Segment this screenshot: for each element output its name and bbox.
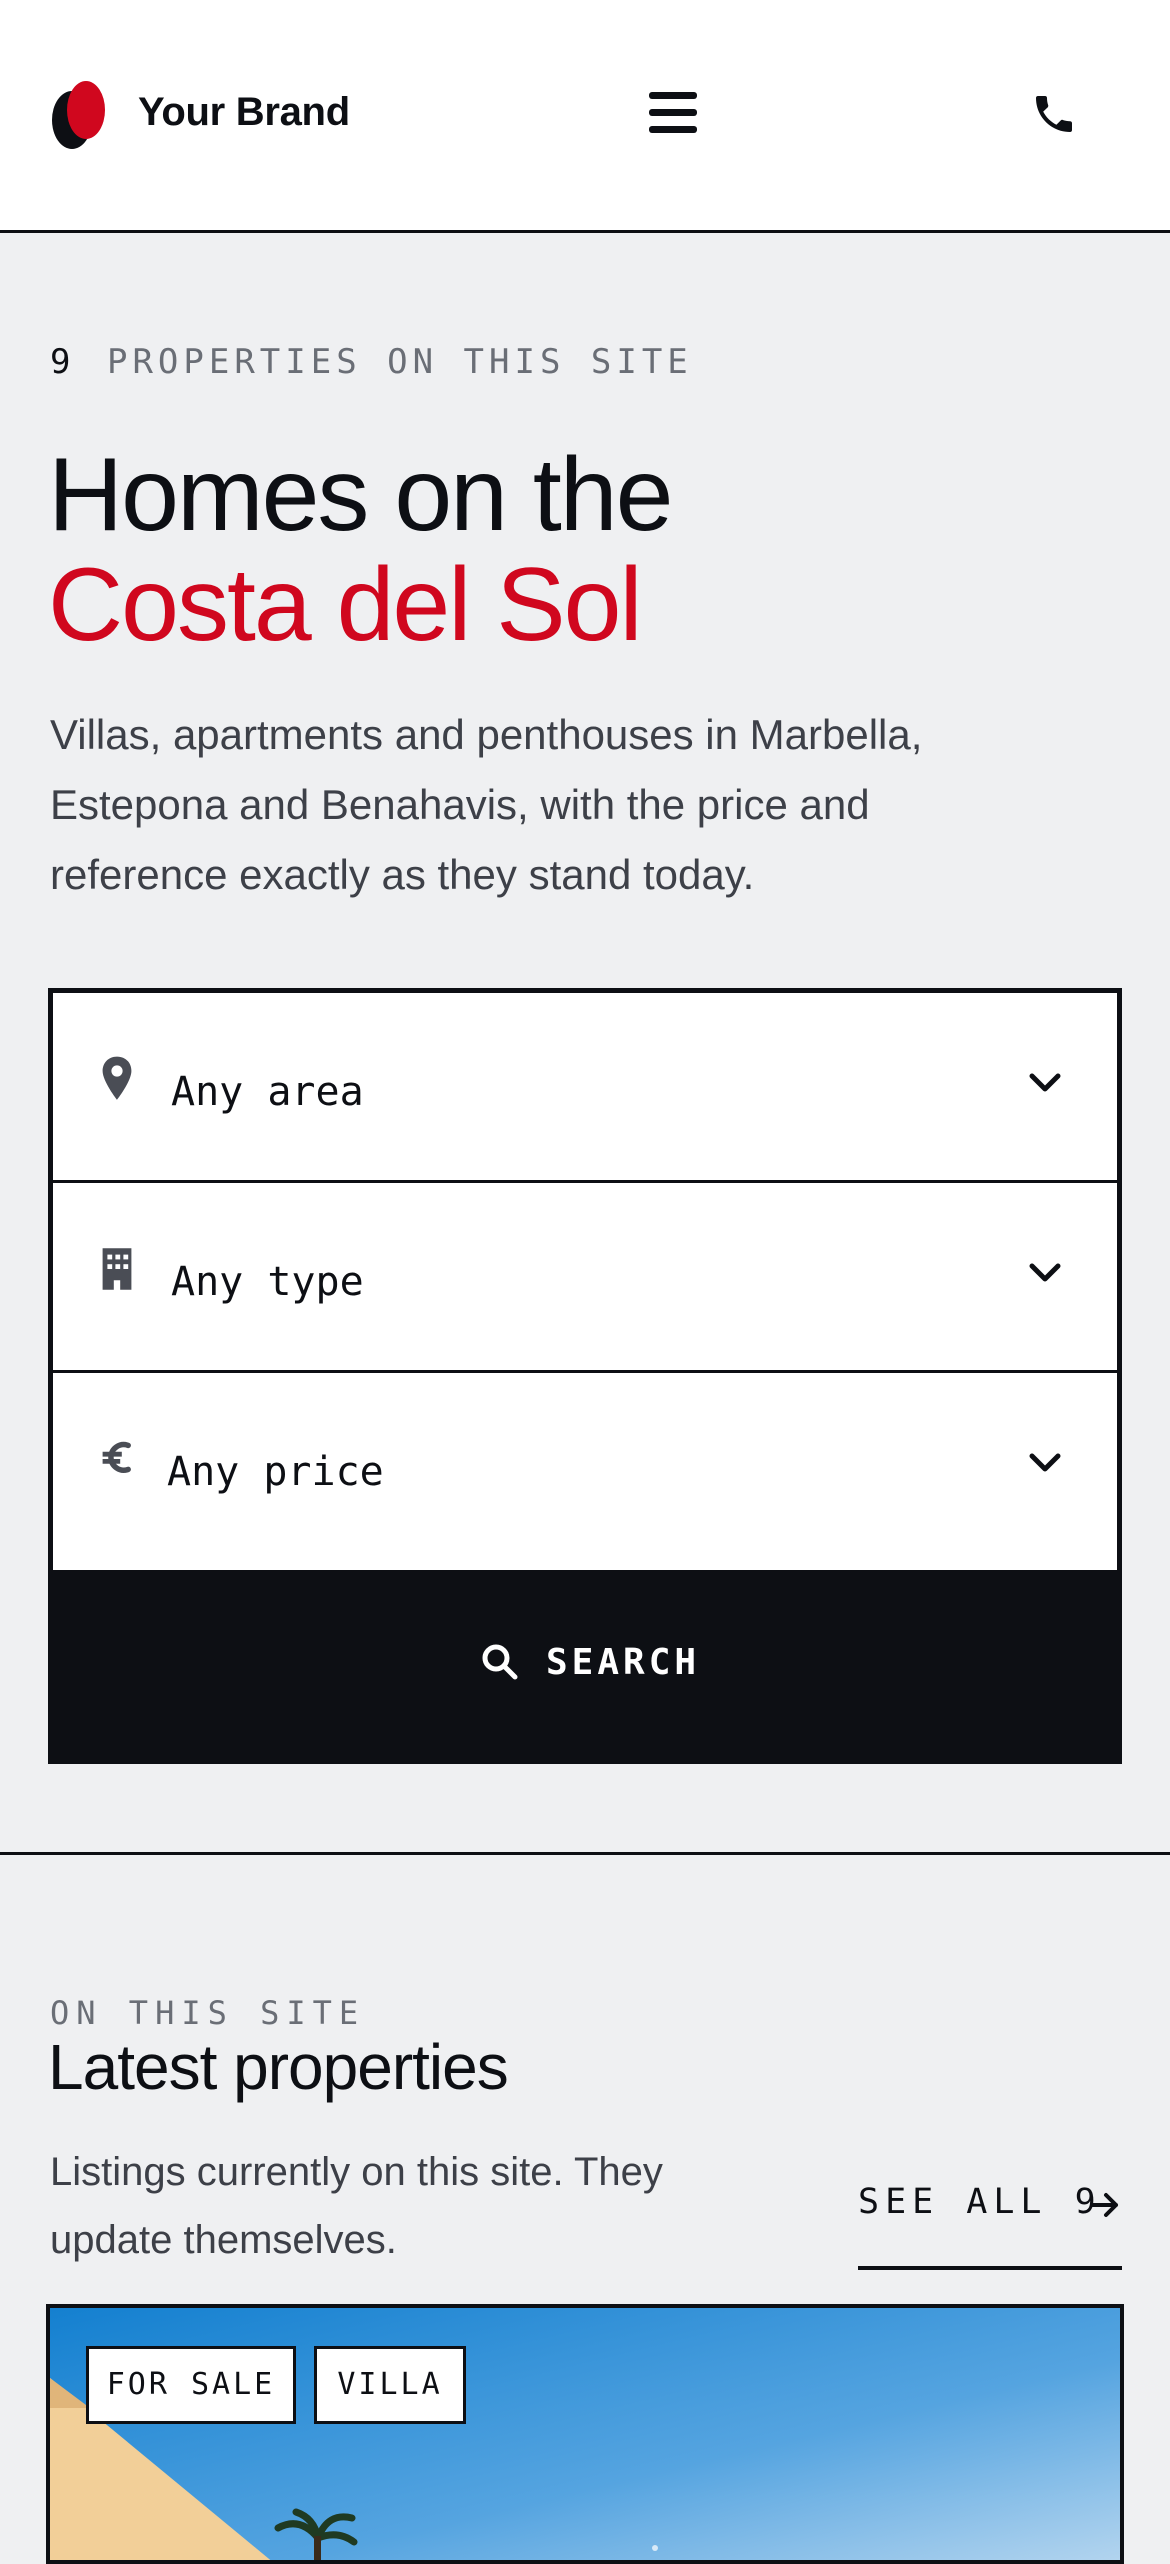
hero-title-highlight: Costa del Sol [48,547,643,663]
search-icon [482,1644,518,1680]
hero-title-line1: Homes on the [48,437,673,553]
property-card[interactable]: FOR SALE VILLA [46,2304,1124,2564]
chevron-down-icon [1029,1073,1061,1092]
latest-title: Latest properties [48,2031,509,2103]
arrow-right-icon [1090,2193,1118,2217]
chevron-down-icon [1029,1263,1061,1282]
see-all-link[interactable]: SEE ALL 9 [858,2178,1122,2270]
type-select-value: Any type [171,1259,364,1305]
hero-title: Homes on the Costa del Sol [48,437,673,663]
site-header: Your Brand [0,0,1170,233]
latest-eyebrow: ON THIS SITE [50,1994,366,2032]
properties-count-eyebrow: 9 PROPERTIES ON THIS SITE [50,342,693,382]
chevron-down-icon [1029,1453,1061,1472]
location-pin-icon [102,1056,132,1100]
search-button-label: SEARCH [546,1642,701,1683]
section-divider [0,1852,1170,1855]
phone-icon[interactable] [1030,90,1078,138]
property-search-form: Any area Any type Any price SEARCH [48,988,1122,1764]
property-type-badge: VILLA [314,2346,466,2424]
euro-icon [102,1441,131,1473]
for-sale-badge: FOR SALE [86,2346,296,2424]
brand-name[interactable]: Your Brand [138,90,350,135]
price-select-value: Any price [167,1449,384,1495]
latest-description: Listings currently on this site. They up… [50,2150,663,2262]
properties-count: 9 [50,342,76,382]
eyebrow-text: PROPERTIES ON THIS SITE [106,342,693,382]
hero-intro: Villas, apartments and penthouses in Mar… [50,711,923,898]
building-icon [102,1248,132,1290]
area-select[interactable]: Any area [53,993,1117,1183]
price-select[interactable]: Any price [53,1373,1117,1563]
brand-logo-icon[interactable] [50,80,108,150]
area-select-value: Any area [171,1069,364,1115]
search-button[interactable]: SEARCH [48,1570,1122,1764]
hamburger-menu-icon[interactable] [645,88,701,138]
see-all-label: SEE ALL 9 [858,2182,1102,2222]
type-select[interactable]: Any type [53,1183,1117,1373]
